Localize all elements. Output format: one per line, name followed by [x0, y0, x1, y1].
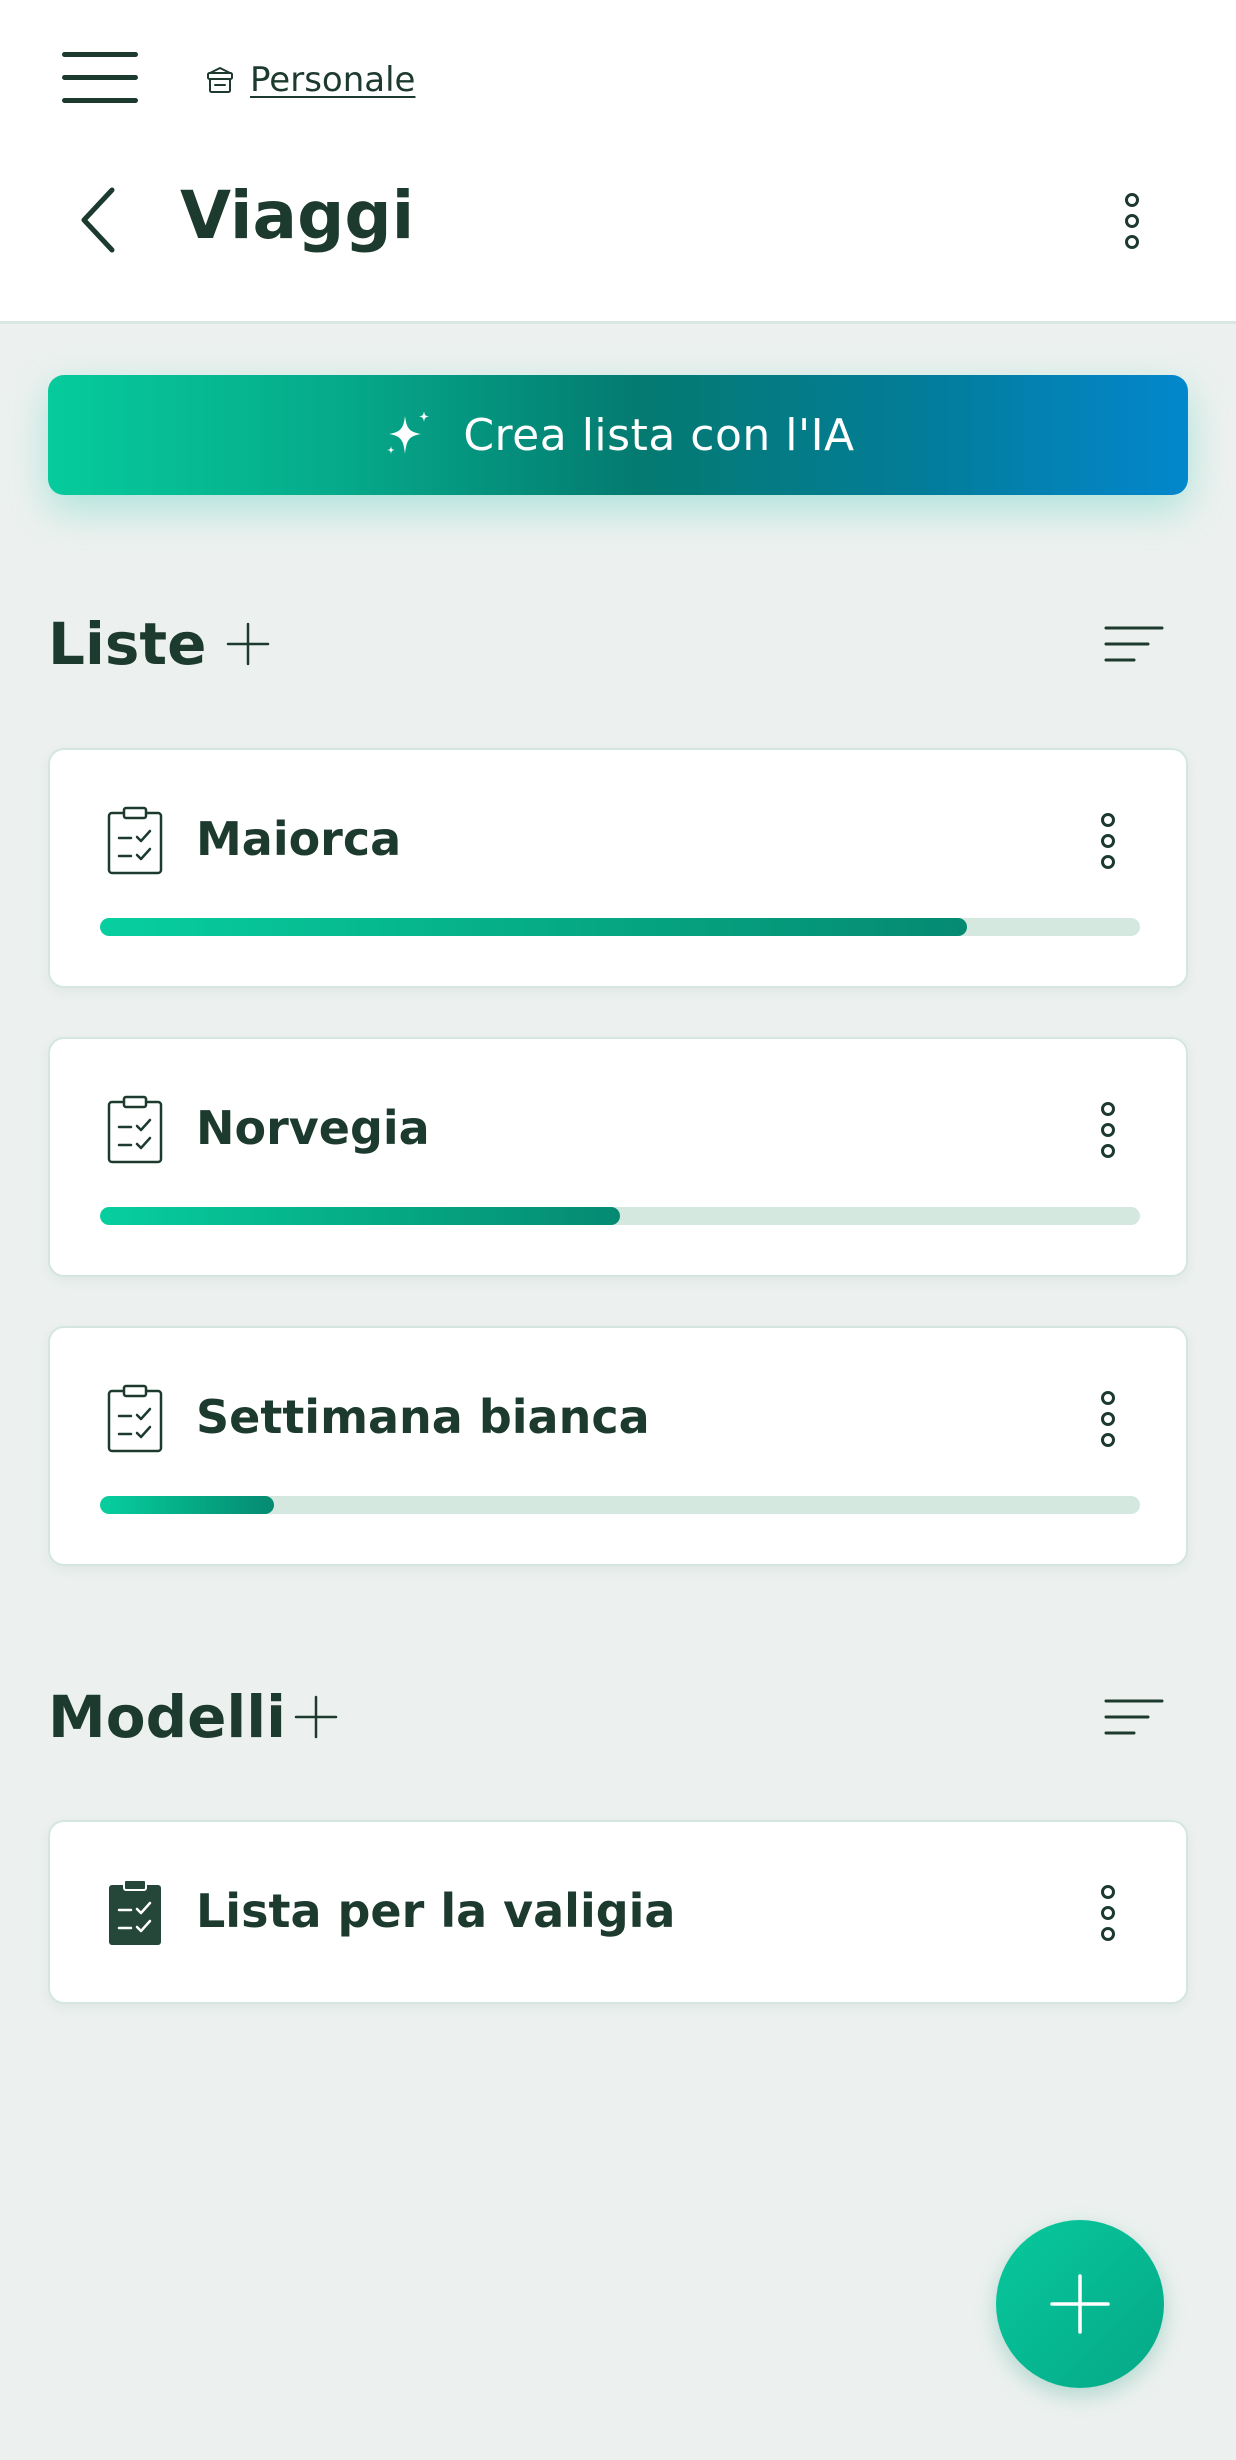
menu-bar: [62, 98, 138, 103]
vertical-dots-icon: [1086, 1878, 1130, 1948]
back-button[interactable]: [70, 180, 134, 260]
list-more-button[interactable]: [1086, 1095, 1130, 1165]
list-more-button[interactable]: [1086, 1384, 1130, 1454]
page-title: Viaggi: [180, 177, 415, 254]
vertical-dots-icon: [1086, 806, 1130, 876]
create-list-ai-button[interactable]: Crea lista con l'IA: [48, 375, 1188, 495]
add-template-button[interactable]: [288, 1689, 344, 1745]
list-card[interactable]: Settimana bianca: [48, 1326, 1188, 1566]
chevron-left-icon: [81, 187, 115, 253]
template-more-button[interactable]: [1086, 1878, 1130, 1948]
menu-button[interactable]: [62, 52, 138, 104]
menu-bar: [62, 75, 138, 80]
template-card[interactable]: Lista per la valigia: [48, 1820, 1188, 2004]
progress-bar: [100, 1496, 1140, 1514]
clipboard-checklist-icon: [106, 1384, 164, 1454]
vertical-dots-icon: [1110, 186, 1154, 256]
plus-icon: [1050, 2274, 1110, 2334]
progress-fill: [100, 1207, 620, 1225]
clipboard-checklist-icon: [106, 806, 164, 876]
list-title: Norvegia: [196, 1101, 430, 1155]
list-card[interactable]: Maiorca: [48, 748, 1188, 988]
progress-bar: [100, 918, 1140, 936]
sort-lines-icon: [1104, 1699, 1164, 1735]
top-app-bar: Personale Viaggi: [0, 0, 1236, 324]
list-title: Maiorca: [196, 812, 402, 866]
list-more-button[interactable]: [1086, 806, 1130, 876]
archive-box-icon: [207, 67, 233, 93]
progress-fill: [100, 1496, 274, 1514]
add-list-button[interactable]: [220, 616, 276, 672]
vertical-dots-icon: [1086, 1384, 1130, 1454]
progress-fill: [100, 918, 968, 936]
clipboard-checklist-icon: [106, 1095, 164, 1165]
templates-section-title: Modelli: [48, 1683, 287, 1751]
sort-lists-button[interactable]: [1102, 620, 1166, 668]
ai-button-label: Crea lista con l'IA: [463, 409, 855, 461]
breadcrumb-personale[interactable]: Personale: [204, 56, 415, 104]
add-fab-button[interactable]: [996, 2220, 1164, 2388]
plus-icon: [294, 1695, 338, 1739]
sort-lines-icon: [1104, 626, 1164, 662]
menu-bar: [62, 52, 138, 57]
sort-templates-button[interactable]: [1102, 1693, 1166, 1741]
list-card[interactable]: Norvegia: [48, 1037, 1188, 1277]
template-title: Lista per la valigia: [196, 1884, 676, 1938]
plus-icon: [226, 622, 270, 666]
lists-section-title: Liste: [48, 610, 207, 678]
progress-bar: [100, 1207, 1140, 1225]
breadcrumb-label: Personale: [250, 60, 416, 100]
sparkle-icon: [387, 411, 430, 454]
vertical-dots-icon: [1086, 1095, 1130, 1165]
header-more-button[interactable]: [1110, 186, 1154, 256]
list-title: Settimana bianca: [196, 1390, 650, 1444]
clipboard-checklist-filled-icon: [106, 1878, 164, 1948]
